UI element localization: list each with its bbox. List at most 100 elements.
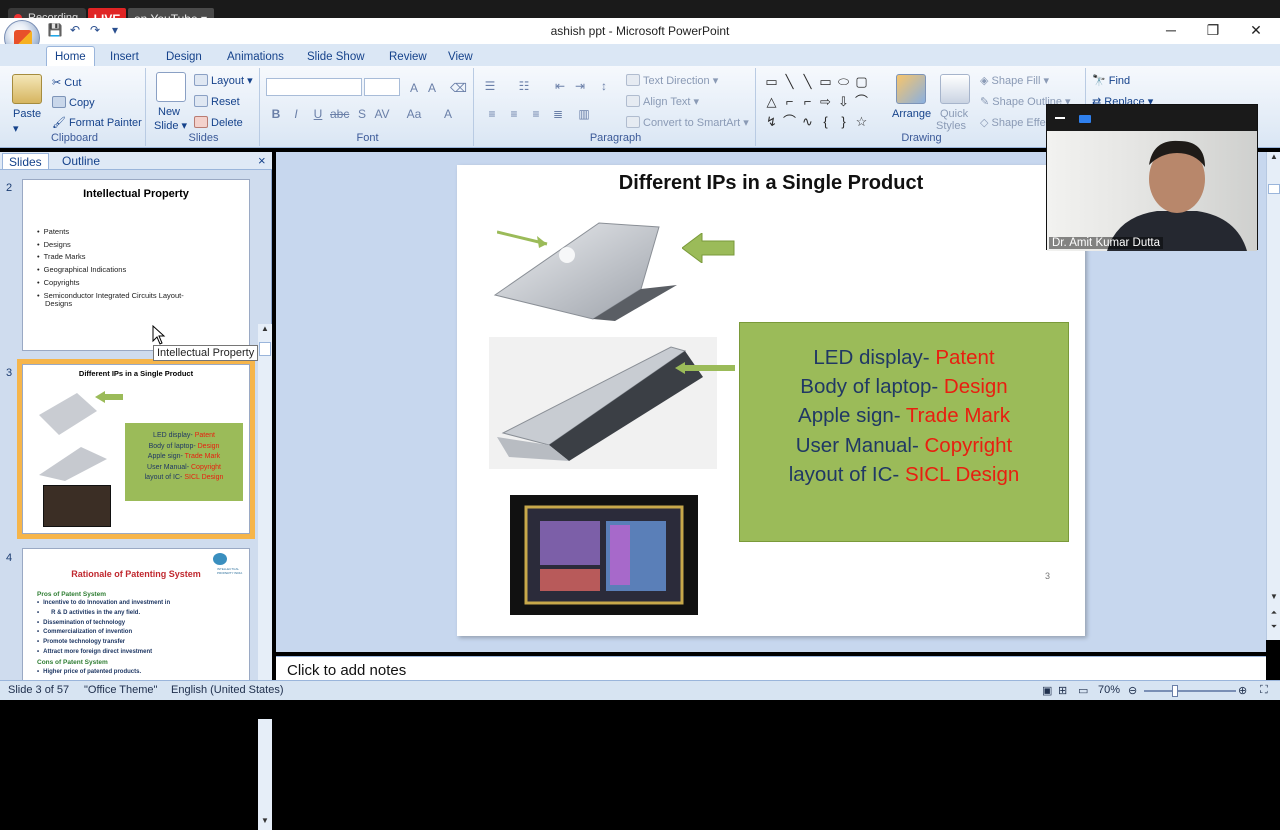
camera-icon[interactable] (1079, 115, 1091, 123)
strikethrough-icon[interactable]: abc (330, 106, 349, 122)
tab-outline[interactable]: Outline (56, 153, 106, 169)
oval-shape-icon[interactable]: ⬭ (836, 74, 851, 89)
minimize-button[interactable]: ─ (1161, 21, 1181, 39)
shape-effects-button[interactable]: ◇ Shape Effe (980, 116, 1046, 129)
lightning-shape-icon[interactable]: ↯ (764, 114, 779, 129)
align-left-icon[interactable]: ≡ (484, 106, 500, 122)
scroll-thumb[interactable] (1268, 184, 1280, 194)
bullets-icon[interactable]: ☰ (482, 78, 498, 94)
convert-smartart-button[interactable]: Convert to SmartArt ▾ (626, 116, 749, 129)
redo-icon[interactable]: ↷ (86, 22, 104, 38)
tab-design[interactable]: Design (158, 48, 210, 66)
tab-animations[interactable]: Animations (219, 48, 292, 66)
brace-right-shape-icon[interactable]: } (836, 114, 851, 129)
slide-thumbnail-3[interactable]: Different IPs in a Single Product LED di… (17, 359, 255, 539)
fit-to-window-icon[interactable]: ⛶ (1260, 684, 1268, 697)
scroll-thumb[interactable] (259, 342, 271, 356)
curved-shape-icon[interactable]: ⌒ (854, 94, 869, 109)
quick-styles-button[interactable]: Quick (940, 108, 968, 120)
language[interactable]: English (United States) (171, 684, 284, 696)
new-slide-dropdown[interactable]: Slide ▾ (154, 119, 187, 132)
tab-slides[interactable]: Slides (2, 153, 49, 169)
tab-home[interactable]: Home (46, 46, 95, 66)
down-arrow-shape-icon[interactable]: ⇩ (836, 94, 851, 109)
line2-shape-icon[interactable]: ╲ (800, 74, 815, 89)
cut-button[interactable]: ✂ Cut (52, 76, 81, 89)
tab-slide-show[interactable]: Slide Show (299, 48, 373, 66)
textbox-shape-icon[interactable]: ▭ (764, 74, 779, 89)
scroll-down-icon[interactable]: ▼ (259, 816, 271, 830)
restore-button[interactable]: ❐ (1203, 21, 1223, 39)
slide-title[interactable]: Different IPs in a Single Product (457, 172, 1085, 195)
line-spacing-icon[interactable]: ↕ (596, 78, 612, 94)
align-center-icon[interactable]: ≡ (506, 106, 522, 122)
line-shape-icon[interactable]: ╲ (782, 74, 797, 89)
customize-qat-icon[interactable]: ▾ (106, 22, 124, 38)
new-slide-button[interactable]: New (158, 106, 180, 118)
find-button[interactable]: 🔭 Find (1092, 74, 1130, 87)
previous-slide-icon[interactable]: ⏶ (1268, 608, 1280, 618)
zoom-in-icon[interactable]: ⊕ (1238, 684, 1247, 697)
triangle-shape-icon[interactable]: △ (764, 94, 779, 109)
slide-sorter-icon[interactable]: ⊞ (1058, 684, 1067, 697)
notes-pane[interactable]: Click to add notes (276, 656, 1266, 680)
arrange-button[interactable]: Arrange (892, 108, 931, 120)
tab-review[interactable]: Review (381, 48, 435, 66)
zoom-out-icon[interactable]: ⊖ (1128, 684, 1137, 697)
numbering-icon[interactable]: ☷ (516, 78, 532, 94)
close-button[interactable]: ✕ (1246, 21, 1266, 39)
font-color-icon[interactable]: A (440, 106, 456, 122)
text-direction-button[interactable]: Text Direction ▾ (626, 74, 718, 87)
tab-insert[interactable]: Insert (102, 48, 147, 66)
change-case-icon[interactable]: Aa (406, 106, 422, 122)
delete-button[interactable]: Delete (194, 116, 243, 129)
shrink-font-icon[interactable]: A (424, 80, 440, 96)
align-text-button[interactable]: Align Text ▾ (626, 95, 699, 108)
clear-format-icon[interactable]: ⌫ (450, 80, 467, 96)
theme-name[interactable]: "Office Theme" (84, 684, 157, 696)
minimize-icon[interactable] (1055, 117, 1065, 119)
tab-view[interactable]: View (440, 48, 481, 66)
scroll-down-icon[interactable]: ▼ (1268, 592, 1280, 601)
shadow-icon[interactable]: S (354, 106, 370, 122)
next-slide-icon[interactable]: ⏷ (1268, 622, 1280, 632)
undo-icon[interactable]: ↶ (66, 22, 84, 38)
font-name-box[interactable] (266, 78, 362, 96)
slide-thumbnail-4[interactable]: INTELLECTUAL PROPERTY INDIA Rationale of… (22, 548, 250, 682)
elbow-arrow-shape-icon[interactable]: ⌐ (800, 94, 815, 109)
elbow-shape-icon[interactable]: ⌐ (782, 94, 797, 109)
bold-icon[interactable]: B (268, 106, 284, 122)
increase-indent-icon[interactable]: ⇥ (572, 78, 588, 94)
laptop-open-image[interactable] (489, 337, 717, 469)
underline-icon[interactable]: U (310, 106, 326, 122)
slide-canvas[interactable]: Different IPs in a Single Product LED di… (457, 165, 1085, 636)
scroll-up-icon[interactable]: ▲ (1268, 152, 1280, 161)
panel-scrollbar[interactable]: ▲ ▼ (258, 324, 272, 830)
star-shape-icon[interactable]: ☆ (854, 114, 869, 129)
slideshow-view-icon[interactable]: ▭ (1078, 684, 1088, 697)
grow-font-icon[interactable]: A (406, 80, 422, 96)
align-right-icon[interactable]: ≡ (528, 106, 544, 122)
columns-icon[interactable]: ▥ (576, 106, 592, 122)
right-arrow-shape-icon[interactable]: ⇨ (818, 94, 833, 109)
rounded-rect-shape-icon[interactable]: ▢ (854, 74, 869, 89)
font-size-box[interactable] (364, 78, 400, 96)
rectangle-shape-icon[interactable]: ▭ (818, 74, 833, 89)
format-painter-button[interactable]: 🖌 Format Painter (52, 116, 142, 129)
reset-button[interactable]: Reset (194, 95, 240, 108)
shape-fill-button[interactable]: ◈ Shape Fill ▾ (980, 74, 1049, 87)
zoom-slider-thumb[interactable] (1172, 685, 1178, 697)
justify-icon[interactable]: ≣ (550, 106, 566, 122)
wave-shape-icon[interactable]: ∿ (800, 114, 815, 129)
arc-shape-icon[interactable]: ⌒ (782, 114, 797, 129)
paste-button[interactable]: Paste (13, 108, 41, 120)
ip-types-box[interactable]: LED display- Patent Body of laptop- Desi… (739, 322, 1069, 542)
italic-icon[interactable]: I (288, 106, 304, 122)
zoom-level[interactable]: 70% (1098, 684, 1120, 696)
char-spacing-icon[interactable]: AV (374, 106, 390, 122)
copy-button[interactable]: Copy (52, 96, 95, 109)
normal-view-icon[interactable]: ▣ (1042, 684, 1052, 697)
notes-placeholder[interactable]: Click to add notes (287, 662, 406, 679)
save-icon[interactable]: 💾 (46, 22, 64, 38)
brace-left-shape-icon[interactable]: { (818, 114, 833, 129)
